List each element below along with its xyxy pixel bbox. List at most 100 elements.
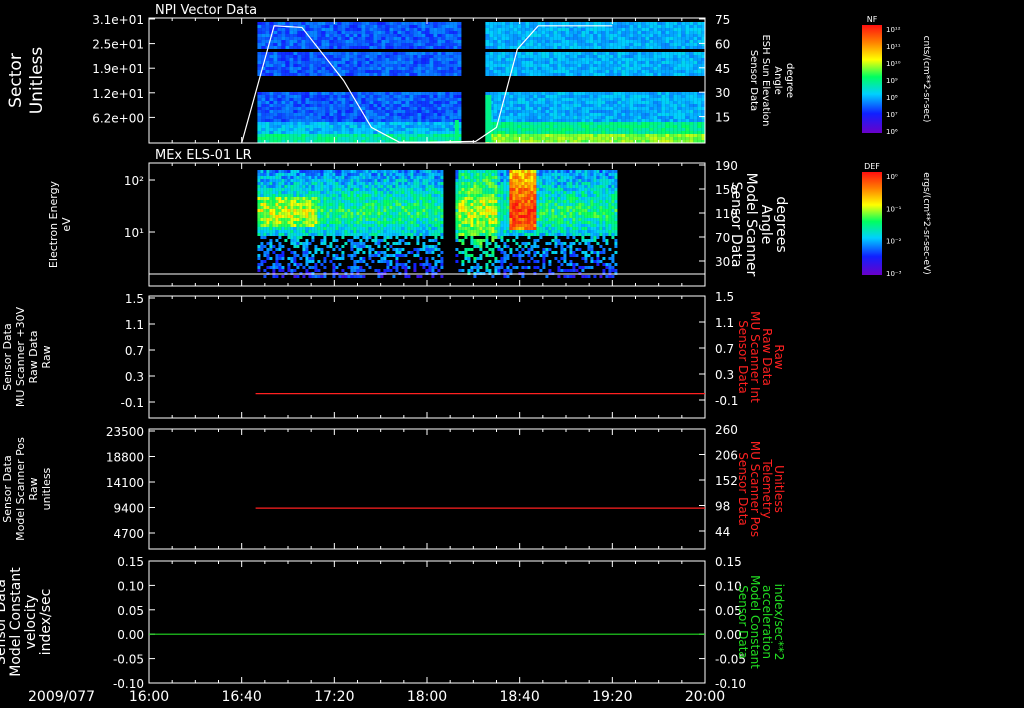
els-cell: [356, 236, 360, 239]
npi-cell: [453, 73, 458, 76]
npi-cell: [673, 107, 678, 110]
npi-cell: [525, 67, 530, 70]
els-cell: [287, 221, 291, 224]
npi-cell: [385, 55, 390, 58]
els-cell: [332, 236, 336, 239]
els-cell: [314, 263, 318, 266]
npi-cell: [661, 43, 666, 46]
npi-cell: [361, 95, 366, 98]
npi-cell: [501, 110, 506, 113]
npi-cell: [309, 110, 314, 113]
els-cell: [368, 251, 372, 254]
npi-cell: [505, 73, 510, 76]
npi-cell: [457, 73, 462, 76]
npi-cell: [309, 128, 314, 131]
npi-cell: [409, 122, 414, 125]
npi-cell: [569, 98, 574, 101]
npi-cell: [413, 67, 418, 70]
npi-cell: [517, 28, 522, 31]
npi-cell: [633, 116, 638, 119]
npi-cell: [329, 43, 334, 46]
npi-cell: [569, 40, 574, 43]
els-cell: [329, 260, 333, 263]
npi-cell: [549, 61, 554, 64]
npi-cell: [409, 61, 414, 64]
npi-cell: [269, 113, 274, 116]
npi-cell: [445, 64, 450, 67]
npi-cell: [385, 43, 390, 46]
npi-cell: [545, 31, 550, 34]
npi-cell: [637, 113, 642, 116]
els-cell: [371, 230, 375, 233]
els-cell: [299, 227, 303, 230]
els-cell: [320, 263, 324, 266]
npi-cell: [677, 128, 682, 131]
npi-cell: [321, 125, 326, 128]
npi-cell: [453, 28, 458, 31]
npi-cell: [661, 37, 666, 40]
els-cell: [344, 209, 348, 212]
npi-cell: [441, 52, 446, 55]
npi-cell: [549, 31, 554, 34]
npi-cell: [697, 125, 702, 128]
npi-cell: [257, 98, 262, 101]
npi-cell: [597, 92, 602, 95]
npi-cell: [617, 52, 622, 55]
npi-cell: [321, 34, 326, 37]
npi-cell: [281, 113, 286, 116]
npi-cell: [601, 52, 606, 55]
npi-cell: [345, 113, 350, 116]
npi-cell: [437, 43, 442, 46]
els-cell: [353, 266, 357, 269]
npi-cell: [449, 31, 454, 34]
npi-cell: [517, 31, 522, 34]
npi-cell: [333, 113, 338, 116]
npi-cell: [273, 64, 278, 67]
els-cell: [308, 242, 312, 245]
npi-cell: [609, 67, 614, 70]
els-cell: [335, 188, 339, 191]
npi-cell: [565, 46, 570, 49]
npi-cell: [441, 40, 446, 43]
els-cell: [350, 221, 354, 224]
npi-cell: [357, 22, 362, 25]
npi-cell: [625, 34, 630, 37]
npi-cell: [313, 92, 318, 95]
els-cell: [296, 215, 300, 218]
els-cell: [278, 209, 282, 212]
npi-cell: [549, 46, 554, 49]
npi-cell: [313, 67, 318, 70]
npi-cell: [545, 104, 550, 107]
npi-cell: [261, 31, 266, 34]
npi-cell: [489, 40, 494, 43]
npi-cell: [541, 37, 546, 40]
npi-cell: [497, 34, 502, 37]
npi-cell: [537, 122, 542, 125]
npi-cell: [281, 28, 286, 31]
npi-cell: [269, 25, 274, 28]
npi-cell: [349, 70, 354, 73]
npi-cell: [613, 46, 618, 49]
npi-cell: [549, 116, 554, 119]
npi-cell: [293, 34, 298, 37]
npi-cell: [509, 28, 514, 31]
npi-cell: [261, 104, 266, 107]
npi-cell: [533, 95, 538, 98]
npi-cell: [349, 128, 354, 131]
els-cell: [275, 203, 279, 206]
els-cell: [371, 200, 375, 203]
npi-cell: [281, 128, 286, 131]
els-cell: [338, 188, 342, 191]
els-cell: [308, 188, 312, 191]
npi-cell: [405, 137, 410, 140]
els-cell: [305, 173, 309, 176]
npi-cell: [589, 52, 594, 55]
npi-cell: [569, 58, 574, 61]
npi-cell: [521, 104, 526, 107]
npi-cell: [397, 107, 402, 110]
npi-cell: [449, 122, 454, 125]
npi-cell: [409, 134, 414, 137]
npi-cell: [665, 61, 670, 64]
npi-cell: [497, 104, 502, 107]
els-cell: [386, 248, 390, 251]
